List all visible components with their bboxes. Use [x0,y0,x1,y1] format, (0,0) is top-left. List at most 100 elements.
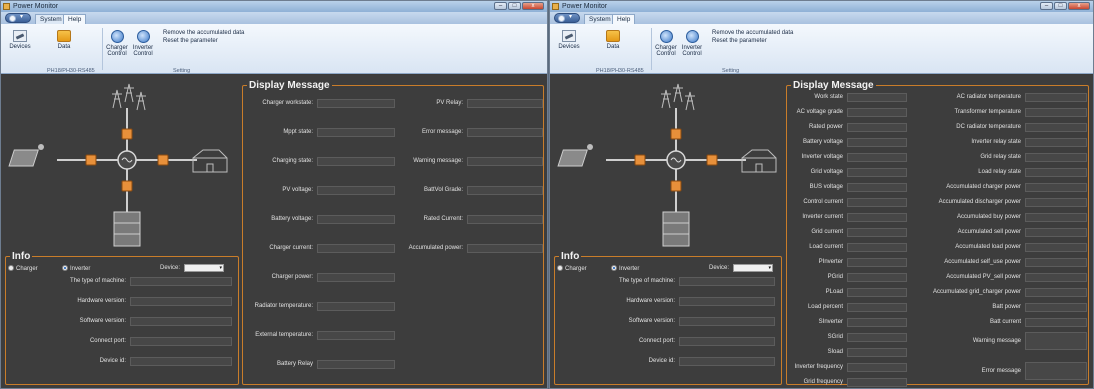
display-label: AC voltage grade [796,109,843,115]
display-label: Grid voltage [810,169,843,175]
solar-panel-icon [557,149,588,167]
maximize-button[interactable]: □ [1054,2,1067,10]
data-label: Data [606,44,620,50]
display-label: Batt current [989,319,1021,325]
info-field [130,277,232,286]
display-field [1025,138,1087,147]
device-select[interactable]: ▾ [184,264,224,272]
sun-icon [38,144,44,150]
inverter-control-icon [685,30,699,43]
display-field [847,303,907,312]
display-field [317,128,395,137]
app-menu-button[interactable]: ▾ [5,13,31,23]
battery-icon [113,211,141,247]
display-field [847,153,907,162]
flow-node-0 [670,128,682,140]
radio-inverter-dot [62,265,68,271]
app-orb-icon [9,15,16,22]
display-field [467,99,543,108]
inverter-control-label: Inverter Control [132,45,154,57]
display-label: SInverter [818,319,843,325]
display-field [847,108,907,117]
charger-control-icon [110,30,124,43]
display-label: Control current [803,199,843,205]
display-field [467,128,543,137]
reset-parameter-link[interactable]: Reset the parameter [712,38,767,45]
flow-node-3 [157,154,169,166]
display-label: PGrid [827,274,843,280]
display-label: Radiator temperature: [254,303,313,309]
display-label: Charging state: [272,158,313,164]
close-button[interactable]: x [1068,2,1090,10]
display-field [847,168,907,177]
radio-inverter[interactable]: Inverter [611,265,639,273]
radio-charger[interactable]: Charger [557,265,587,273]
close-button[interactable]: x [522,2,544,10]
display-label: Accumulated charger power [946,184,1021,190]
devices-button[interactable]: Devices [558,30,580,50]
info-label: The type of machine: [618,278,675,284]
minimize-button[interactable]: – [494,2,507,10]
display-label: Accumulated power: [408,245,463,251]
inverter-control-button[interactable]: Inverter Control [132,30,154,57]
inverter-control-label: Inverter Control [681,45,703,57]
display-label: Load current [809,244,843,250]
data-button[interactable]: Data [602,30,624,50]
info-label: Connect port: [638,338,675,344]
info-label: Software version: [628,318,675,324]
error-label: Error message [981,368,1021,374]
info-label: Device id: [648,358,675,364]
display-field [847,333,907,342]
radio-charger[interactable]: Charger [8,265,38,273]
devices-button[interactable]: Devices [9,30,31,50]
app-menu-button[interactable]: ▾ [554,13,580,23]
warning-field [1025,332,1087,350]
info-field [130,297,232,306]
remove-accumulated-data-link[interactable]: Remove the accumulated data [163,30,244,37]
tab-system[interactable]: System [35,14,67,24]
display-field [847,198,907,207]
info-label: Hardware version: [626,298,675,304]
radio-inverter[interactable]: Inverter [62,265,90,273]
charger-control-button[interactable]: Charger Control [655,30,677,57]
display-label: Charger current: [269,245,313,251]
maximize-button[interactable]: □ [508,2,521,10]
device-select[interactable]: ▾ [733,264,773,272]
remove-accumulated-data-link[interactable]: Remove the accumulated data [712,30,793,37]
display-field [847,228,907,237]
radio-charger-dot [557,265,563,271]
display-label: Sload [827,349,843,355]
display-label: Accumulated self_use power [944,259,1021,265]
charger-control-button[interactable]: Charger Control [106,30,128,57]
flow-node-1 [670,180,682,192]
content-area: Info Charger Inverter Device: ▾ The type of m… [550,75,1093,388]
display-label: Charger workstate: [262,100,313,106]
info-label: Hardware version: [77,298,126,304]
ribbon: Devices Data Charger Control Inverter Contr… [550,24,1093,74]
info-field [679,297,775,306]
data-button[interactable]: Data [53,30,75,50]
display-label: PV voltage: [282,187,313,193]
display-label: Inverter relay state [971,139,1021,145]
inverter-control-button[interactable]: Inverter Control [681,30,703,57]
minimize-button[interactable]: – [1040,2,1053,10]
display-label: Mppt state: [283,129,313,135]
tab-help[interactable]: Help [612,14,636,24]
display-field [847,123,907,132]
display-label: Charger power: [271,274,313,280]
ribbon-group-port: PH18/PH30-RS485 [47,68,95,74]
display-label: Grid current [811,229,843,235]
window-title: Power Monitor [562,3,608,10]
tab-system[interactable]: System [584,14,616,24]
display-label: Load relay state [978,169,1021,175]
diagram-area [554,80,782,252]
display-label: Inverter frequency [794,364,843,370]
tab-help[interactable]: Help [63,14,87,24]
devices-icon [13,30,27,42]
display-field [317,302,395,311]
display-message-title: Display Message [247,80,332,91]
reset-parameter-link[interactable]: Reset the parameter [163,38,218,45]
flow-node-0 [121,128,133,140]
display-field [1025,273,1087,282]
display-field [1025,168,1087,177]
